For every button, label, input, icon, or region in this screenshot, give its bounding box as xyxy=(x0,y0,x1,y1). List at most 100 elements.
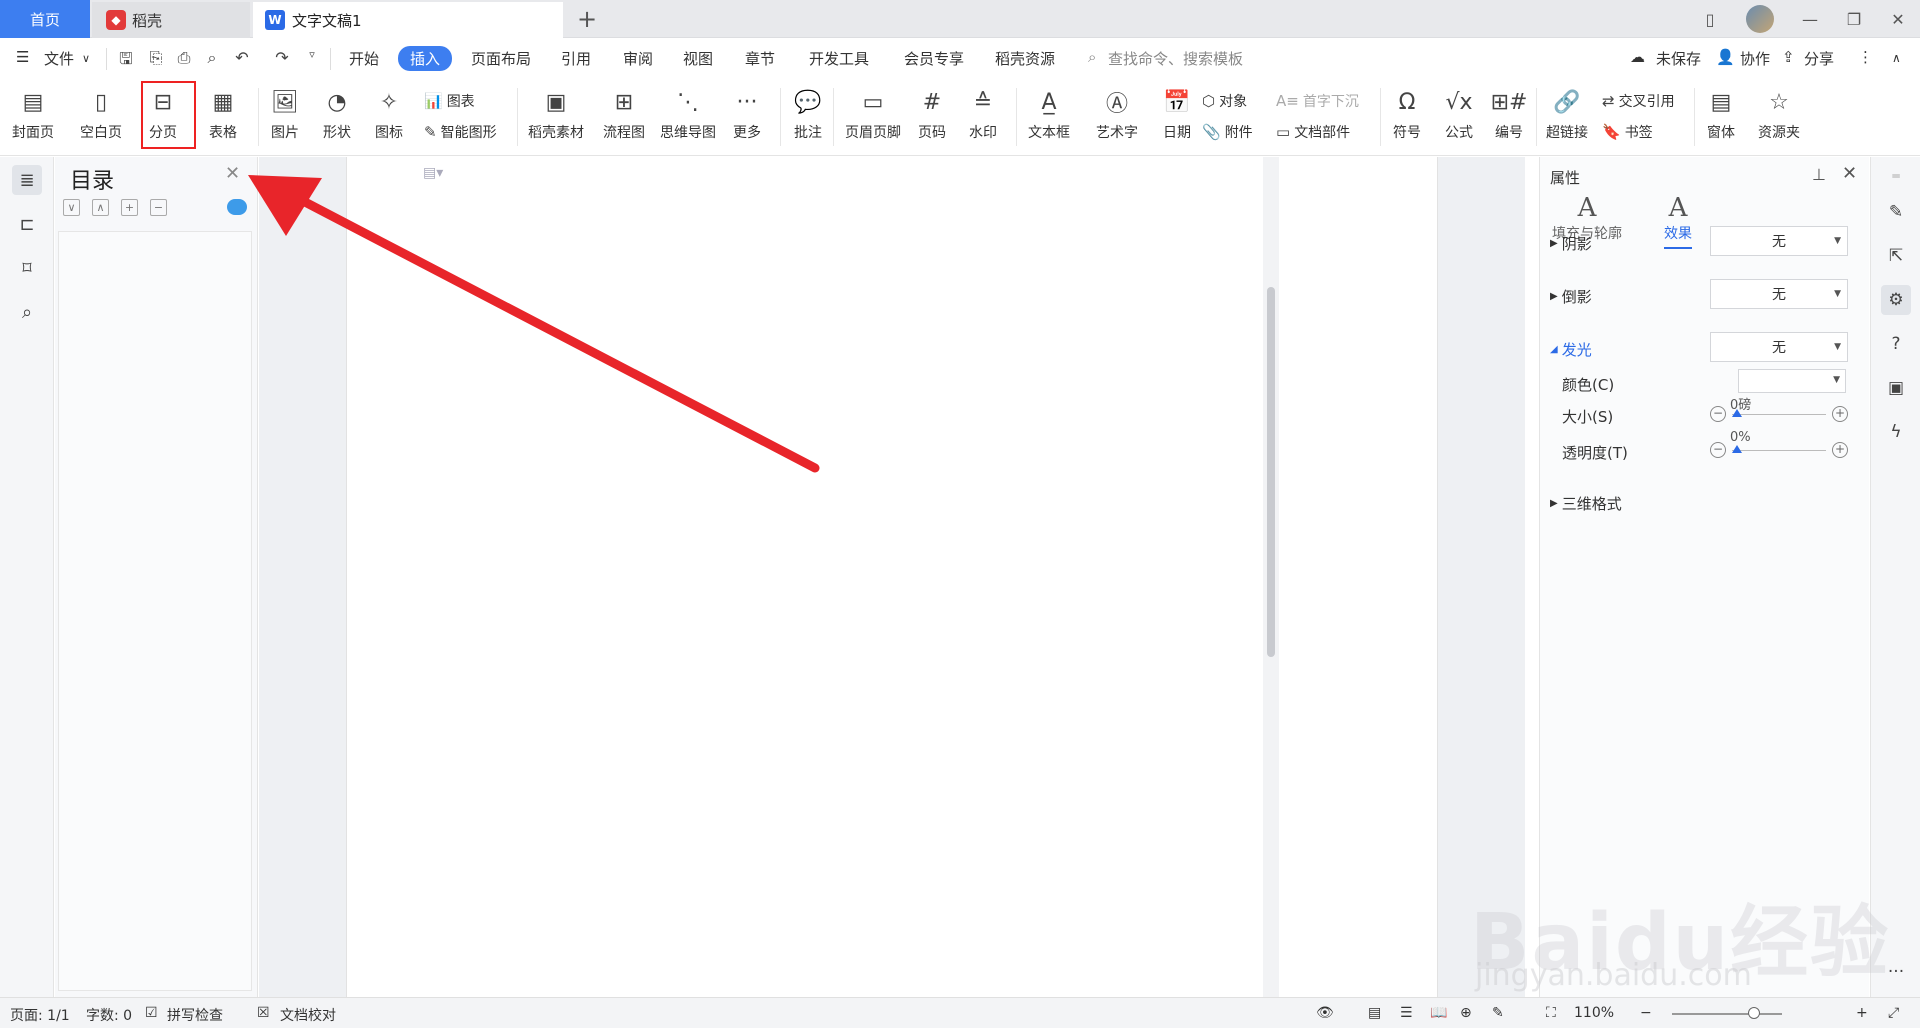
page-number-button[interactable]: # 页码 xyxy=(917,86,947,142)
spell-check-button[interactable]: 拼写检查 xyxy=(167,1005,223,1025)
tab-review[interactable]: 审阅 xyxy=(623,48,653,69)
mindmap-button[interactable]: ⋱ 思维导图 xyxy=(660,86,716,142)
proofread-icon[interactable]: ☒ xyxy=(257,1005,270,1021)
ai-toc-icon[interactable] xyxy=(227,199,247,215)
plus-icon[interactable]: + xyxy=(1832,406,1848,422)
textbox-button[interactable]: A̲ 文本框 xyxy=(1028,86,1070,142)
tab-chapter[interactable]: 章节 xyxy=(745,48,775,69)
command-search-input[interactable]: 查找命令、搜索模板 xyxy=(1108,48,1243,69)
tab-view[interactable]: 视图 xyxy=(683,48,713,69)
smart-art-button[interactable]: ✎ 智能图形 xyxy=(424,122,497,142)
zoom-out-icon[interactable]: − xyxy=(1640,1005,1652,1021)
chart-button[interactable]: 📊 图表 xyxy=(424,91,475,111)
formula-button[interactable]: √x 公式 xyxy=(1444,86,1474,142)
scroll-thumb[interactable] xyxy=(1267,287,1275,657)
print-icon[interactable]: ⎙ xyxy=(174,48,194,68)
tab-daoke[interactable]: ◆ 稻壳 xyxy=(92,2,250,38)
color-picker[interactable]: ▼ xyxy=(1738,369,1846,393)
export-pdf-icon[interactable]: ⎘ xyxy=(146,48,166,68)
avatar[interactable] xyxy=(1746,5,1774,33)
vertical-scrollbar[interactable] xyxy=(1263,157,1279,997)
picture-button[interactable]: 🖼 图片 xyxy=(270,86,300,142)
plus-icon[interactable]: + xyxy=(1832,442,1848,458)
save-icon[interactable]: 🖫 xyxy=(116,48,136,68)
wordart-button[interactable]: Ⓐ 艺术字 xyxy=(1096,86,1138,142)
lightning-icon[interactable]: ϟ xyxy=(1881,417,1911,447)
flowchart-button[interactable]: ⊞ 流程图 xyxy=(603,86,645,142)
fit-page-icon[interactable]: ⛶ xyxy=(1546,1005,1556,1021)
close-window-button[interactable]: ✕ xyxy=(1876,10,1920,29)
restore-button[interactable]: ❐ xyxy=(1832,10,1876,29)
pin-icon[interactable]: ⊥ xyxy=(1812,165,1826,184)
more-button[interactable]: ··· 更多 xyxy=(732,86,762,142)
page-view-icon[interactable]: ▤ xyxy=(1368,1005,1381,1021)
print-preview-icon[interactable]: ⌕ xyxy=(202,48,222,68)
close-icon[interactable]: ✕ xyxy=(1842,163,1857,184)
outline-view-icon[interactable]: ☰ xyxy=(1400,1005,1413,1021)
minimize-button[interactable]: — xyxy=(1788,10,1832,29)
zoom-level[interactable]: 110% xyxy=(1574,1005,1614,1021)
slider-knob[interactable] xyxy=(1732,445,1742,453)
watermark-button[interactable]: ≙ 水印 xyxy=(968,86,998,142)
customize-toolbar-icon[interactable]: ▿ xyxy=(302,48,322,68)
header-footer-button[interactable]: ▭ 页眉页脚 xyxy=(845,86,901,142)
window-button[interactable]: ▤ 窗体 xyxy=(1706,86,1736,142)
date-button[interactable]: 📅 日期 xyxy=(1162,86,1192,142)
collab-button[interactable]: 协作 xyxy=(1740,48,1770,69)
fullscreen-icon[interactable]: ⤢ xyxy=(1888,1005,1899,1021)
add-level-icon[interactable]: + xyxy=(121,199,138,216)
properties-icon[interactable]: ⚙ xyxy=(1881,285,1911,315)
share-button[interactable]: 分享 xyxy=(1804,48,1834,69)
eye-protection-icon[interactable]: 👁 xyxy=(1316,1005,1334,1021)
glow-section[interactable]: ◢ 发光 xyxy=(1550,339,1592,360)
zoom-in-icon[interactable]: + xyxy=(1856,1005,1868,1021)
slider-track[interactable] xyxy=(1732,450,1826,451)
tab-insert[interactable]: 插入 xyxy=(398,46,453,71)
drop-cap-button[interactable]: A≡ 首字下沉 xyxy=(1276,91,1359,111)
resource-folder-button[interactable]: ☆ 资源夹 xyxy=(1758,86,1800,142)
cross-ref-button[interactable]: ⇄ 交叉引用 xyxy=(1602,91,1675,111)
chapter-nav-icon[interactable]: ⊏ xyxy=(12,209,42,239)
drag-handle-icon[interactable]: ═ xyxy=(1881,161,1911,191)
slider-track[interactable] xyxy=(1732,414,1826,415)
page-count[interactable]: 页面: 1/1 xyxy=(10,1005,70,1025)
tab-start[interactable]: 开始 xyxy=(349,48,379,69)
zoom-slider-track[interactable] xyxy=(1672,1013,1782,1015)
hyperlink-button[interactable]: 🔗 超链接 xyxy=(1546,86,1588,142)
write-mode-icon[interactable]: ✎ xyxy=(1492,1005,1504,1021)
redo-icon[interactable]: ↷ xyxy=(272,48,292,68)
minus-icon[interactable]: − xyxy=(1710,406,1726,422)
table-button[interactable]: ▦ 表格 xyxy=(208,86,238,142)
transparency-slider[interactable]: − 0% + xyxy=(1710,430,1848,462)
daoke-material-button[interactable]: ▣ 稻壳素材 xyxy=(528,86,584,142)
chevron-down-icon[interactable]: ∨ xyxy=(82,52,90,65)
tab-home[interactable]: 首页 xyxy=(0,0,90,38)
paragraph-marker-icon[interactable]: ▤▾ xyxy=(423,165,443,181)
blank-page-button[interactable]: ▯ 空白页 xyxy=(80,86,122,142)
search-nav-icon[interactable]: ⌕ xyxy=(12,297,42,327)
select-pointer-icon[interactable]: ⇱ xyxy=(1881,241,1911,271)
minus-icon[interactable]: − xyxy=(1710,442,1726,458)
reading-view-icon[interactable]: 📖 xyxy=(1430,1005,1447,1021)
unsaved-status[interactable]: 未保存 xyxy=(1656,48,1701,69)
spell-check-icon[interactable]: ☑ xyxy=(145,1005,158,1021)
remove-level-icon[interactable]: − xyxy=(150,199,167,216)
tab-effect[interactable]: A 效果 xyxy=(1664,193,1692,249)
close-icon[interactable]: ✕ xyxy=(225,163,240,184)
bookmark-button[interactable]: 🔖 书签 xyxy=(1602,122,1653,142)
icon-button[interactable]: ✧ 图标 xyxy=(374,86,404,142)
cover-page-button[interactable]: ▤ 封面页 xyxy=(12,86,54,142)
doc-parts-button[interactable]: ▭ 文档部件 xyxy=(1276,122,1350,142)
tab-page-layout[interactable]: 页面布局 xyxy=(471,48,531,69)
image-tool-icon[interactable]: ▣ xyxy=(1881,373,1911,403)
zoom-slider-knob[interactable] xyxy=(1748,1007,1760,1019)
shadow-section[interactable]: ▶ 阴影 xyxy=(1550,233,1592,254)
undo-icon[interactable]: ↶ xyxy=(232,48,252,68)
glow-dropdown[interactable]: 无 ▼ xyxy=(1710,332,1848,362)
reflection-dropdown[interactable]: 无 ▼ xyxy=(1710,279,1848,309)
menu-icon[interactable]: ☰ xyxy=(16,48,29,66)
expand-icon[interactable]: ∨ xyxy=(63,199,80,216)
tab-daoke-resources[interactable]: 稻壳资源 xyxy=(995,48,1055,69)
more-menu-icon[interactable]: ⋮ xyxy=(1858,48,1873,66)
layout-icon[interactable]: ▯ xyxy=(1688,10,1732,29)
